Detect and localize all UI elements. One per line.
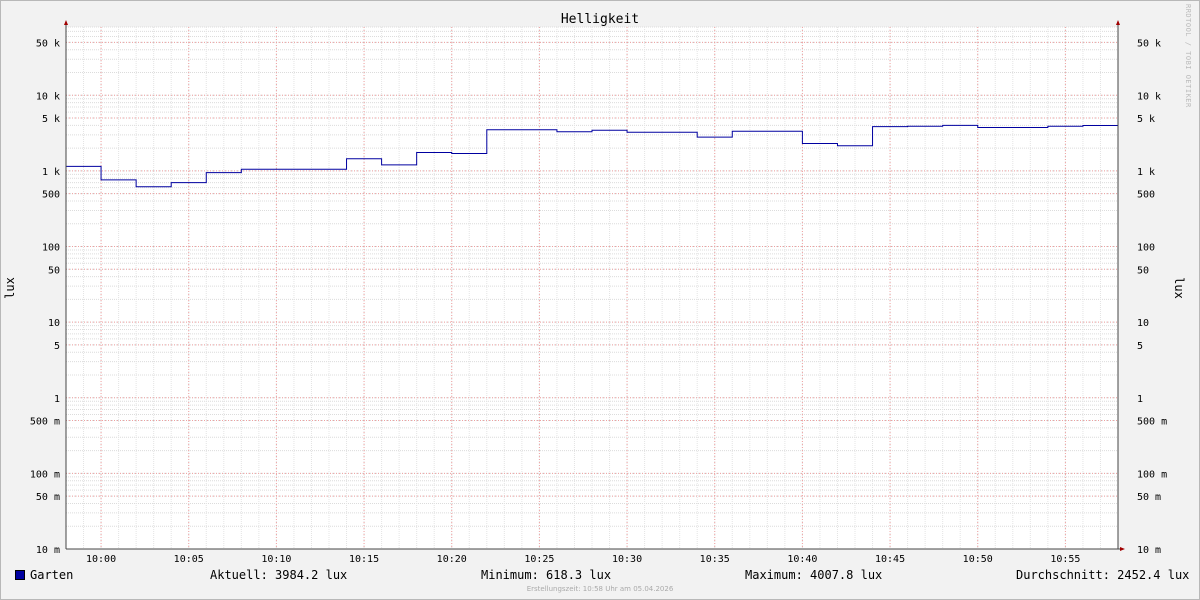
x-axis-arrow <box>1120 547 1125 551</box>
y-axis-label-left: lux <box>3 277 17 299</box>
y-tick-label: 50 m <box>1137 492 1161 503</box>
x-tick-label: 10:10 <box>261 554 291 565</box>
y-tick-label: 100 <box>42 243 60 254</box>
legend: Garten Aktuell: 3984.2 lux Minimum: 618.… <box>0 566 1200 584</box>
legend-maximum: Maximum: 4007.8 lux <box>745 568 883 582</box>
y-tick-label: 1 <box>54 394 60 405</box>
y-tick-label: 1 k <box>1137 167 1155 178</box>
y-tick-labels-left: 10 m 50 m 100 m 500 m 1 5 10 50 100 500 1 k 5 k 10 k… <box>30 38 60 556</box>
x-tick-label: 10:30 <box>612 554 642 565</box>
legend-aktuell: Aktuell: 3984.2 lux <box>210 568 348 582</box>
y-tick-label: 5 k <box>1137 114 1155 125</box>
x-tick-labels: 10:00 10:05 10:10 10:15 10:20 10:25 10:30 10:35… <box>86 554 1080 565</box>
y-axis-arrow-left <box>64 20 68 25</box>
y-tick-label: 5 k <box>42 114 60 125</box>
y-tick-label: 5 <box>1137 341 1143 352</box>
x-tick-label: 10:50 <box>963 554 993 565</box>
y-tick-label: 10 m <box>36 545 60 556</box>
x-tick-label: 10:25 <box>524 554 554 565</box>
legend-series-name: Garten <box>30 568 74 582</box>
y-tick-label: 500 m <box>30 417 60 428</box>
x-tick-label: 10:15 <box>349 554 379 565</box>
y-tick-label: 50 m <box>36 492 60 503</box>
x-tick-label: 10:20 <box>437 554 467 565</box>
chart-title: Helligkeit <box>561 12 639 27</box>
y-tick-label: 1 k <box>42 167 60 178</box>
legend-swatch-garten <box>15 570 25 580</box>
y-tick-label: 500 <box>42 190 60 201</box>
x-tick-label: 10:40 <box>787 554 817 565</box>
watermark: RRDTOOL / TOBI OETIKER <box>1184 4 1192 108</box>
legend-durchschnitt: Durchschnitt: 2452.4 lux <box>1016 568 1190 582</box>
y-tick-label: 10 k <box>36 91 60 102</box>
x-tick-label: 10:05 <box>174 554 204 565</box>
y-tick-label: 10 <box>1137 318 1149 329</box>
y-tick-label: 50 <box>48 265 60 276</box>
y-tick-label: 500 <box>1137 190 1155 201</box>
y-tick-label: 50 <box>1137 265 1149 276</box>
y-tick-label: 100 <box>1137 243 1155 254</box>
brightness-chart: 10 m 50 m 100 m 500 m 1 5 10 50 100 500 1 k 5 k 10 k… <box>3 12 1186 565</box>
y-tick-label: 10 m <box>1137 545 1161 556</box>
x-tick-label: 10:45 <box>875 554 905 565</box>
y-tick-label: 10 k <box>1137 91 1161 102</box>
y-tick-label: 5 <box>54 341 60 352</box>
y-axis-arrow-right <box>1116 20 1120 25</box>
y-tick-label: 50 k <box>1137 38 1161 49</box>
y-tick-label: 100 m <box>1137 469 1167 480</box>
x-tick-label: 10:35 <box>700 554 730 565</box>
y-tick-label: 10 <box>48 318 60 329</box>
y-tick-labels-right: 10 m 50 m 100 m 500 m 1 5 10 50 100 500 1 k 5 k 10 k… <box>1137 38 1167 556</box>
y-tick-label: 500 m <box>1137 417 1167 428</box>
y-tick-label: 100 m <box>30 469 60 480</box>
legend-minimum: Minimum: 618.3 lux <box>481 568 612 582</box>
creation-time: Erstellungszeit: 10:58 Uhr am 05.04.2026 <box>526 585 674 593</box>
y-axis-label-right: lux <box>1172 277 1186 299</box>
x-tick-label: 10:55 <box>1050 554 1080 565</box>
y-tick-label: 50 k <box>36 38 60 49</box>
y-tick-label: 1 <box>1137 394 1143 405</box>
x-tick-label: 10:00 <box>86 554 116 565</box>
